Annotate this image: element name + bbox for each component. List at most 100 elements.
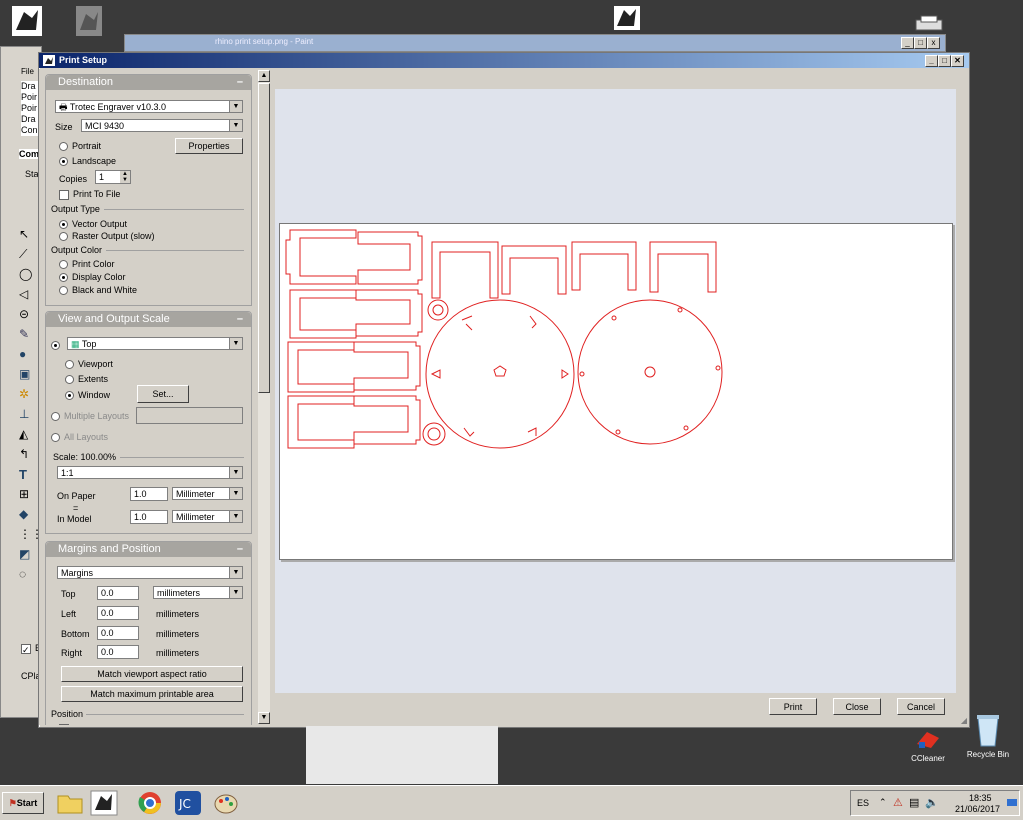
window-close-button[interactable]: ✕ [951,55,964,67]
radio-icon[interactable] [59,157,68,167]
bg-close-button[interactable]: x [927,37,940,49]
checkbox-icon[interactable] [59,723,69,725]
view-scale-header[interactable]: View and Output Scale – [46,312,251,327]
chevron-down-icon[interactable]: ▼ [229,120,242,131]
top-margin-unit-select[interactable]: millimeters ▼ [153,586,243,599]
select-arrow-icon[interactable]: ↖ [19,227,39,247]
bottom-margin-input[interactable]: 0.0 [97,626,139,640]
cancel-button[interactable]: Cancel [897,698,945,715]
gear-tool-icon[interactable]: ✲ [19,387,39,407]
sphere-tool-icon[interactable]: ● [19,347,39,367]
top-margin-input[interactable]: 0.0 [97,586,139,600]
display-color-radio[interactable]: Display Color [59,272,126,283]
chevron-down-icon[interactable]: ▼ [229,567,242,578]
set-window-button[interactable]: Set... [137,385,189,403]
clock-time[interactable]: 18:35 [969,793,992,803]
radio-icon[interactable] [65,375,74,385]
chevron-down-icon[interactable]: ▼ [229,488,242,499]
bg-minimize-button[interactable]: _ [901,37,914,49]
print-preview-area[interactable] [275,89,956,693]
view-select[interactable]: ▦ Top ▼ [67,337,243,350]
radio-icon[interactable] [59,286,68,296]
radio-icon[interactable] [59,232,68,242]
circle-tool-icon[interactable]: ◯ [19,267,39,287]
array-tool-icon[interactable]: ⋮⋮ [19,527,43,547]
radio-icon[interactable] [51,341,60,351]
curve-tool-icon[interactable]: ✎ [19,327,39,347]
ellipse-tool-icon[interactable]: ⊝ [19,307,39,327]
volume-icon[interactable]: 🔈 [925,796,939,809]
measure-tool-icon[interactable]: ◩ [19,547,39,567]
print-button[interactable]: Print [769,698,817,715]
bg-maximize-button[interactable]: □ [914,37,927,49]
bend-tool-icon[interactable]: ↰ [19,447,39,467]
destination-collapse-icon[interactable]: – [237,75,243,90]
raster-output-radio[interactable]: Raster Output (slow) [59,231,155,242]
print-color-radio[interactable]: Print Color [59,259,115,270]
copies-input[interactable]: 1 ▲ ▼ [95,170,131,184]
in-model-input[interactable]: 1.0 [130,510,168,524]
arc-tool-icon[interactable]: ◁ [19,287,39,307]
background-paint-window[interactable]: rhino print setup.png - Paint _ □ x [124,34,946,52]
grid-tool-icon[interactable]: ⊞ [19,487,39,507]
rhino-taskbar-icon[interactable] [90,790,118,816]
printer-select[interactable]: 🖶 Trotec Engraver v10.3.0 ▼ [55,100,243,113]
ccleaner-icon[interactable]: CCleaner [906,726,950,763]
chevron-down-icon[interactable]: ▼ [229,101,242,112]
recycle-bin-icon[interactable]: Recycle Bin [962,712,1014,759]
jc-app-icon[interactable]: JC [174,790,202,816]
on-paper-input[interactable]: 1.0 [130,487,168,501]
rhino-menu-file[interactable]: File [21,67,34,76]
render-tool-icon[interactable]: ◆ [19,507,39,527]
multiple-layouts-radio[interactable]: Multiple Layouts [51,411,129,422]
extents-radio[interactable]: Extents [65,374,108,385]
window-minimize-button[interactable]: _ [925,55,938,67]
panel-scrollbar[interactable]: ▲ ▼ [258,70,270,724]
view-scale-collapse-icon[interactable]: – [237,312,243,327]
tray-expand-icon[interactable]: ⌃ [879,797,887,808]
margins-header[interactable]: Margins and Position – [46,542,251,557]
paint-tool-icon[interactable]: ◭ [19,427,39,447]
match-printable-button[interactable]: Match maximum printable area [61,686,243,702]
start-button[interactable]: ⚑Start [2,792,44,814]
radio-icon[interactable] [59,142,68,152]
in-model-unit-select[interactable]: Millimeter ▼ [172,510,243,523]
chevron-down-icon[interactable]: ▼ [229,511,242,522]
polyline-icon[interactable]: ⟋ [19,247,39,267]
scroll-up-icon[interactable]: ▲ [258,70,270,82]
radio-icon[interactable] [65,360,74,370]
radio-icon[interactable] [59,220,68,230]
paint-taskbar-icon[interactable] [212,790,240,816]
radio-icon[interactable] [59,273,68,283]
black-white-radio[interactable]: Black and White [59,285,137,296]
margins-collapse-icon[interactable]: – [237,542,243,557]
size-select[interactable]: MCI 9430 ▼ [81,119,243,132]
close-button[interactable]: Close [833,698,881,715]
properties-button[interactable]: Properties [175,138,243,154]
window-maximize-button[interactable]: □ [938,55,951,67]
rhino-tab-standard[interactable]: Sta [25,169,39,179]
scale-select[interactable]: 1:1 ▼ [57,466,243,479]
chevron-down-icon[interactable]: ▼ [229,338,242,349]
scroll-down-icon[interactable]: ▼ [258,712,270,724]
margins-mode-select[interactable]: Margins ▼ [57,566,243,579]
radio-icon[interactable] [59,260,68,270]
explorer-folder-icon[interactable] [56,790,84,816]
vector-output-radio[interactable]: Vector Output [59,219,127,230]
scroll-thumb[interactable] [258,83,270,393]
chrome-icon[interactable] [136,790,164,816]
show-desktop-icon[interactable] [1007,799,1017,806]
all-layouts-radio[interactable]: All Layouts [51,432,108,443]
left-margin-input[interactable]: 0.0 [97,606,139,620]
material-tool-icon[interactable]: ◌ [19,567,39,587]
radio-icon[interactable] [51,412,60,422]
rhino-icon[interactable] [10,4,44,36]
portrait-radio[interactable]: Portrait [59,141,101,152]
transform-tool-icon[interactable]: ⊥ [19,407,39,427]
on-paper-unit-select[interactable]: Millimeter ▼ [172,487,243,500]
window-titlebar[interactable]: Print Setup _ □ ✕ [39,53,969,68]
landscape-radio[interactable]: Landscape [59,156,116,167]
language-indicator[interactable]: ES [857,798,869,808]
box-tool-icon[interactable]: ▣ [19,367,39,387]
radio-icon[interactable] [51,433,60,443]
